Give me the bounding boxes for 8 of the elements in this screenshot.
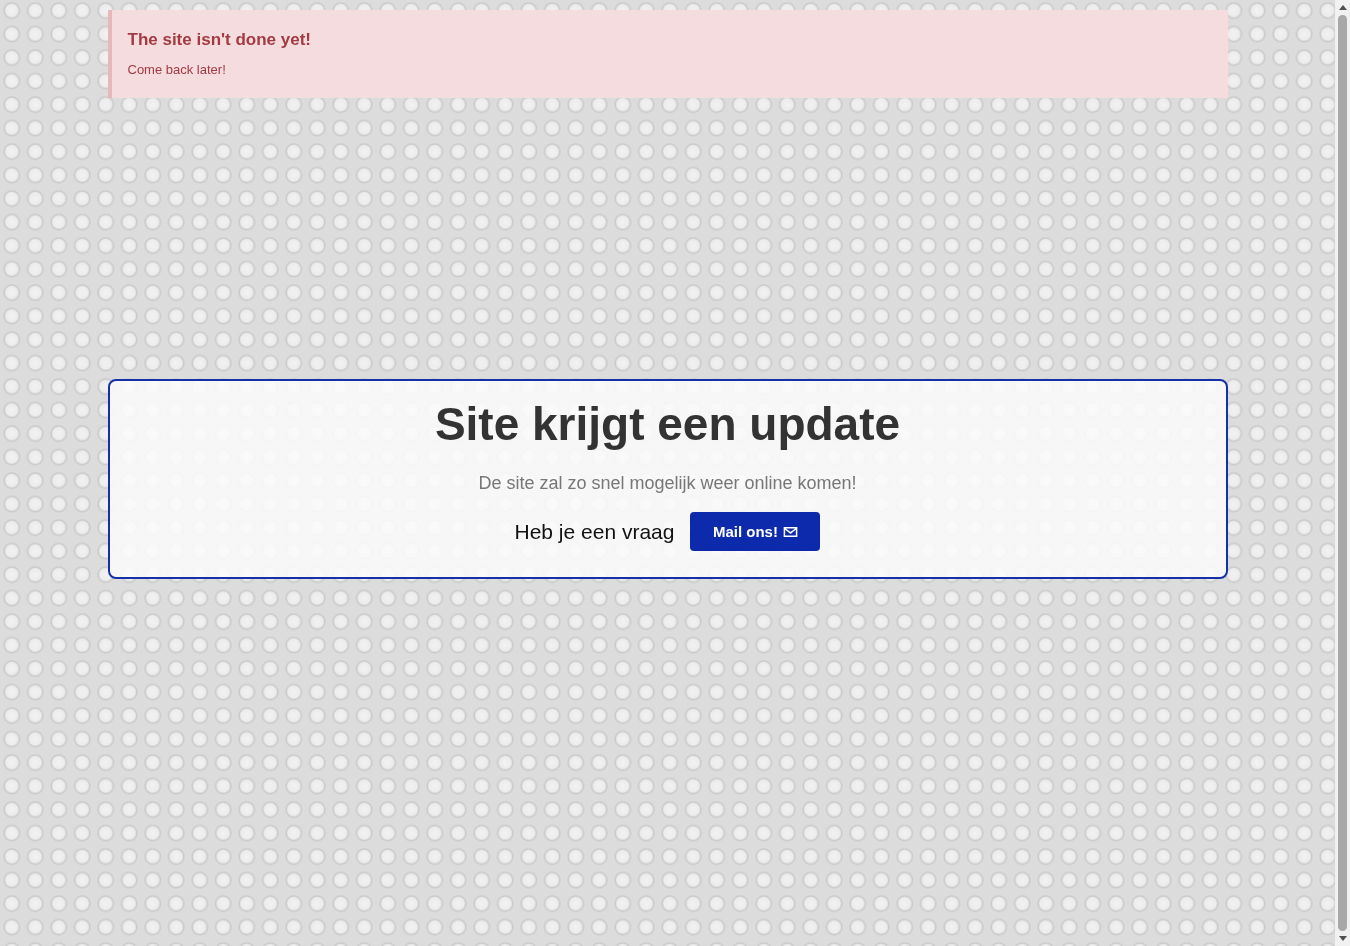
alert-title: The site isn't done yet! bbox=[127, 30, 312, 50]
page-heading: Site krijgt een update bbox=[434, 397, 901, 451]
question-text: Heb je een vraag bbox=[514, 519, 675, 544]
envelope-icon bbox=[782, 525, 798, 538]
alert-message: Come back later! bbox=[127, 62, 227, 77]
subtitle: De site zal zo snel mogelijk weer online komen! bbox=[478, 473, 857, 494]
mail-button[interactable]: Mail ons! bbox=[690, 512, 821, 551]
scrollbar[interactable] bbox=[1335, 0, 1350, 946]
